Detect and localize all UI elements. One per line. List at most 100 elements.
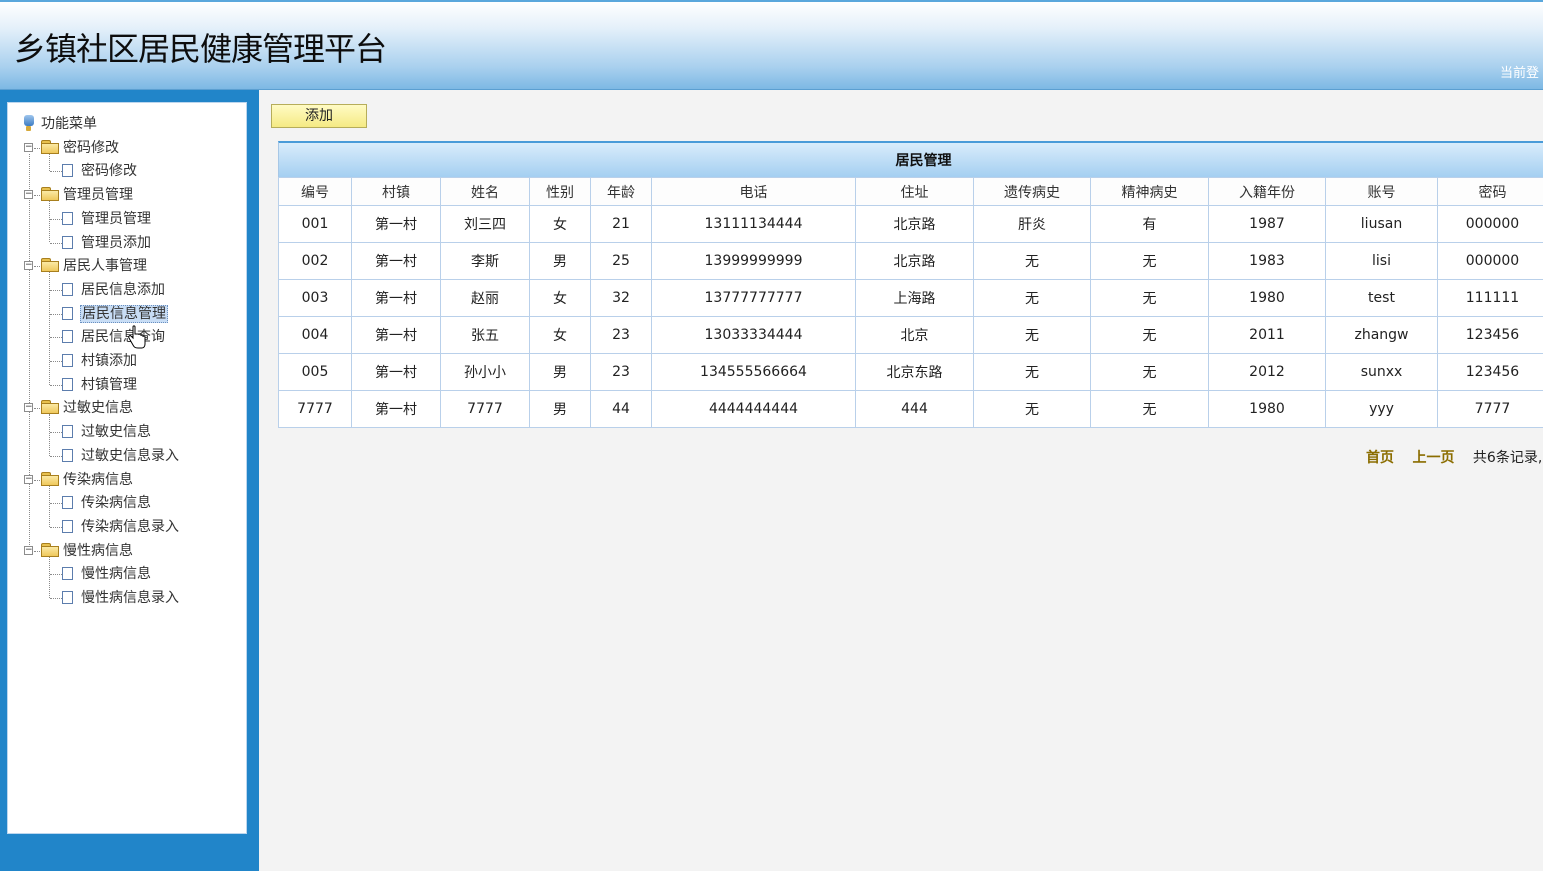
menu-item[interactable]: 管理员管理: [62, 209, 152, 229]
table-cell: 13033334444: [651, 316, 856, 354]
page-icon: [62, 235, 73, 249]
column-header: 编号: [278, 177, 352, 206]
menu-item-label: 慢性病信息: [81, 566, 151, 583]
table-cell: 第一村: [351, 279, 441, 317]
table-row[interactable]: 004 第一村 张五女 23 13033334444 北京无无 2011 zhangw 1234…: [278, 316, 1543, 354]
resident-table: 编号 村镇 姓名 性别 年龄 电话 住址 遗传病史 精神病史 入籍年份 账号 密码 001 第一村 刘三四…: [278, 177, 1543, 428]
column-header: 账号: [1325, 177, 1438, 206]
menu-item-label: 慢性病信息录入: [81, 590, 179, 606]
folder-icon: [41, 542, 59, 557]
add-button[interactable]: 添加: [271, 104, 367, 128]
collapse-toggle-icon[interactable]: −: [24, 190, 33, 200]
page-icon: [62, 377, 73, 391]
table-cell: 2011: [1208, 316, 1326, 354]
table-cell: 第一村: [351, 316, 441, 354]
table-cell: 000000: [1437, 205, 1543, 243]
page-icon: [62, 448, 73, 462]
column-header: 性别: [529, 177, 591, 206]
menu-item-label: 村镇管理: [81, 376, 137, 393]
table-cell: 上海路: [855, 279, 974, 317]
table-cell: test: [1325, 279, 1438, 317]
menu-group-4[interactable]: 过敏史信息: [41, 398, 134, 418]
folder-icon: [41, 139, 59, 154]
table-cell: 有: [1090, 205, 1209, 243]
table-cell: 123456: [1437, 353, 1543, 391]
menu-item-label: 密码修改: [81, 163, 137, 180]
table-row[interactable]: 7777 第一村 7777 男 44 4444444444 444 无无 1980 yyy 7777: [278, 390, 1543, 428]
column-header: 电话: [651, 177, 856, 206]
menu-group-3[interactable]: 居民人事管理: [41, 256, 148, 276]
menu-item[interactable]: 居民信息管理: [62, 304, 168, 324]
table-cell: 005: [278, 353, 352, 391]
menu-item[interactable]: 传染病信息: [62, 493, 152, 513]
table-row[interactable]: 002 第一村 李斯男 25 13999999999 北京路无无 1983 lisi 00000…: [278, 242, 1543, 280]
table-cell: 000000: [1437, 242, 1543, 280]
folder-icon: [41, 187, 59, 202]
menu-item[interactable]: 村镇添加: [62, 351, 138, 371]
menu-group-6[interactable]: 慢性病信息: [41, 541, 134, 561]
table-cell: 7777: [1437, 390, 1543, 428]
table-cell: 张五: [440, 316, 530, 354]
collapse-toggle-icon[interactable]: −: [24, 403, 33, 413]
menu-item[interactable]: 村镇管理: [62, 375, 138, 395]
table-cell: 女: [529, 316, 591, 354]
table-cell: 1980: [1208, 390, 1326, 428]
menu-item[interactable]: 密码修改: [62, 161, 138, 181]
column-header: 姓名: [440, 177, 530, 206]
menu-group-2[interactable]: 管理员管理: [41, 185, 134, 205]
table-cell: 13999999999: [651, 242, 856, 280]
menu-item[interactable]: 慢性病信息录入: [62, 588, 180, 608]
menu-item[interactable]: 传染病信息录入: [62, 517, 180, 537]
table-cell: 21: [590, 205, 652, 243]
table-cell: sunxx: [1325, 353, 1438, 391]
collapse-toggle-icon[interactable]: −: [24, 474, 33, 484]
main-content: 添加 居民管理 编号 村镇 姓名 性别 年龄 电话 住址 遗传病史 精神病史 入籍年份 账号 密码 0…: [259, 90, 1543, 871]
table-cell: lisi: [1325, 242, 1438, 280]
menu-item[interactable]: 过敏史信息: [62, 422, 152, 442]
table-cell: 无: [973, 390, 1091, 428]
table-cell: 001: [278, 205, 352, 243]
table-row[interactable]: 005 第一村 孙小小男 23 134555566664 北京东路无无 2012 sunxx 1…: [278, 353, 1543, 391]
page-icon: [62, 330, 73, 344]
table-cell: 无: [973, 242, 1091, 280]
table-row[interactable]: 001 第一村 刘三四女 21 13111134444 北京路 肝炎有 1987 liusan 0…: [278, 205, 1543, 243]
table-caption: 居民管理: [278, 141, 1543, 177]
menu-group-label: 密码修改: [63, 139, 119, 156]
page-icon: [62, 282, 73, 296]
table-cell: 2012: [1208, 353, 1326, 391]
menu-group-label: 居民人事管理: [63, 258, 147, 275]
table-cell: 第一村: [351, 390, 441, 428]
table-cell: 赵丽: [440, 279, 530, 317]
menu-tree: 功能菜单 − 密码修改 密码修改 − 管理员管理 管理员管理 管理员添加 − 居民人事管理 居民信息…: [8, 103, 248, 623]
table-row[interactable]: 003 第一村 赵丽女 32 13777777777 上海路无无 1980 test 11111…: [278, 279, 1543, 317]
table-cell: 无: [1090, 353, 1209, 391]
prev-page-link[interactable]: 上一页: [1412, 450, 1454, 466]
table-cell: 无: [973, 353, 1091, 391]
table-cell: 女: [529, 279, 591, 317]
collapse-toggle-icon[interactable]: −: [24, 261, 33, 271]
menu-item[interactable]: 慢性病信息: [62, 564, 152, 584]
table-cell: 李斯: [440, 242, 530, 280]
menu-group-1[interactable]: 密码修改: [41, 138, 120, 158]
menu-item[interactable]: 过敏史信息录入: [62, 446, 180, 466]
first-page-link[interactable]: 首页: [1366, 450, 1394, 466]
table-cell: 7777: [440, 390, 530, 428]
page-icon: [62, 567, 73, 581]
table-cell: 北京: [855, 316, 974, 354]
page-icon: [62, 519, 73, 533]
table-cell: 男: [529, 242, 591, 280]
table-cell: 134555566664: [651, 353, 856, 391]
menu-group-5[interactable]: 传染病信息: [41, 470, 134, 490]
table-cell: zhangw: [1325, 316, 1438, 354]
resident-table-wrap: 居民管理 编号 村镇 姓名 性别 年龄 电话 住址 遗传病史 精神病史 入籍年份 账号 密码 001 第…: [278, 141, 1543, 428]
menu-item[interactable]: 管理员添加: [62, 233, 152, 253]
table-cell: 北京东路: [855, 353, 974, 391]
table-cell: 无: [1090, 390, 1209, 428]
collapse-toggle-icon[interactable]: −: [24, 142, 33, 152]
table-cell: 25: [590, 242, 652, 280]
menu-item-label: 过敏史信息录入: [81, 447, 179, 464]
menu-item[interactable]: 居民信息查询: [62, 327, 166, 347]
collapse-toggle-icon[interactable]: −: [24, 545, 33, 555]
table-cell: 13777777777: [651, 279, 856, 317]
menu-item[interactable]: 居民信息添加: [62, 280, 166, 300]
